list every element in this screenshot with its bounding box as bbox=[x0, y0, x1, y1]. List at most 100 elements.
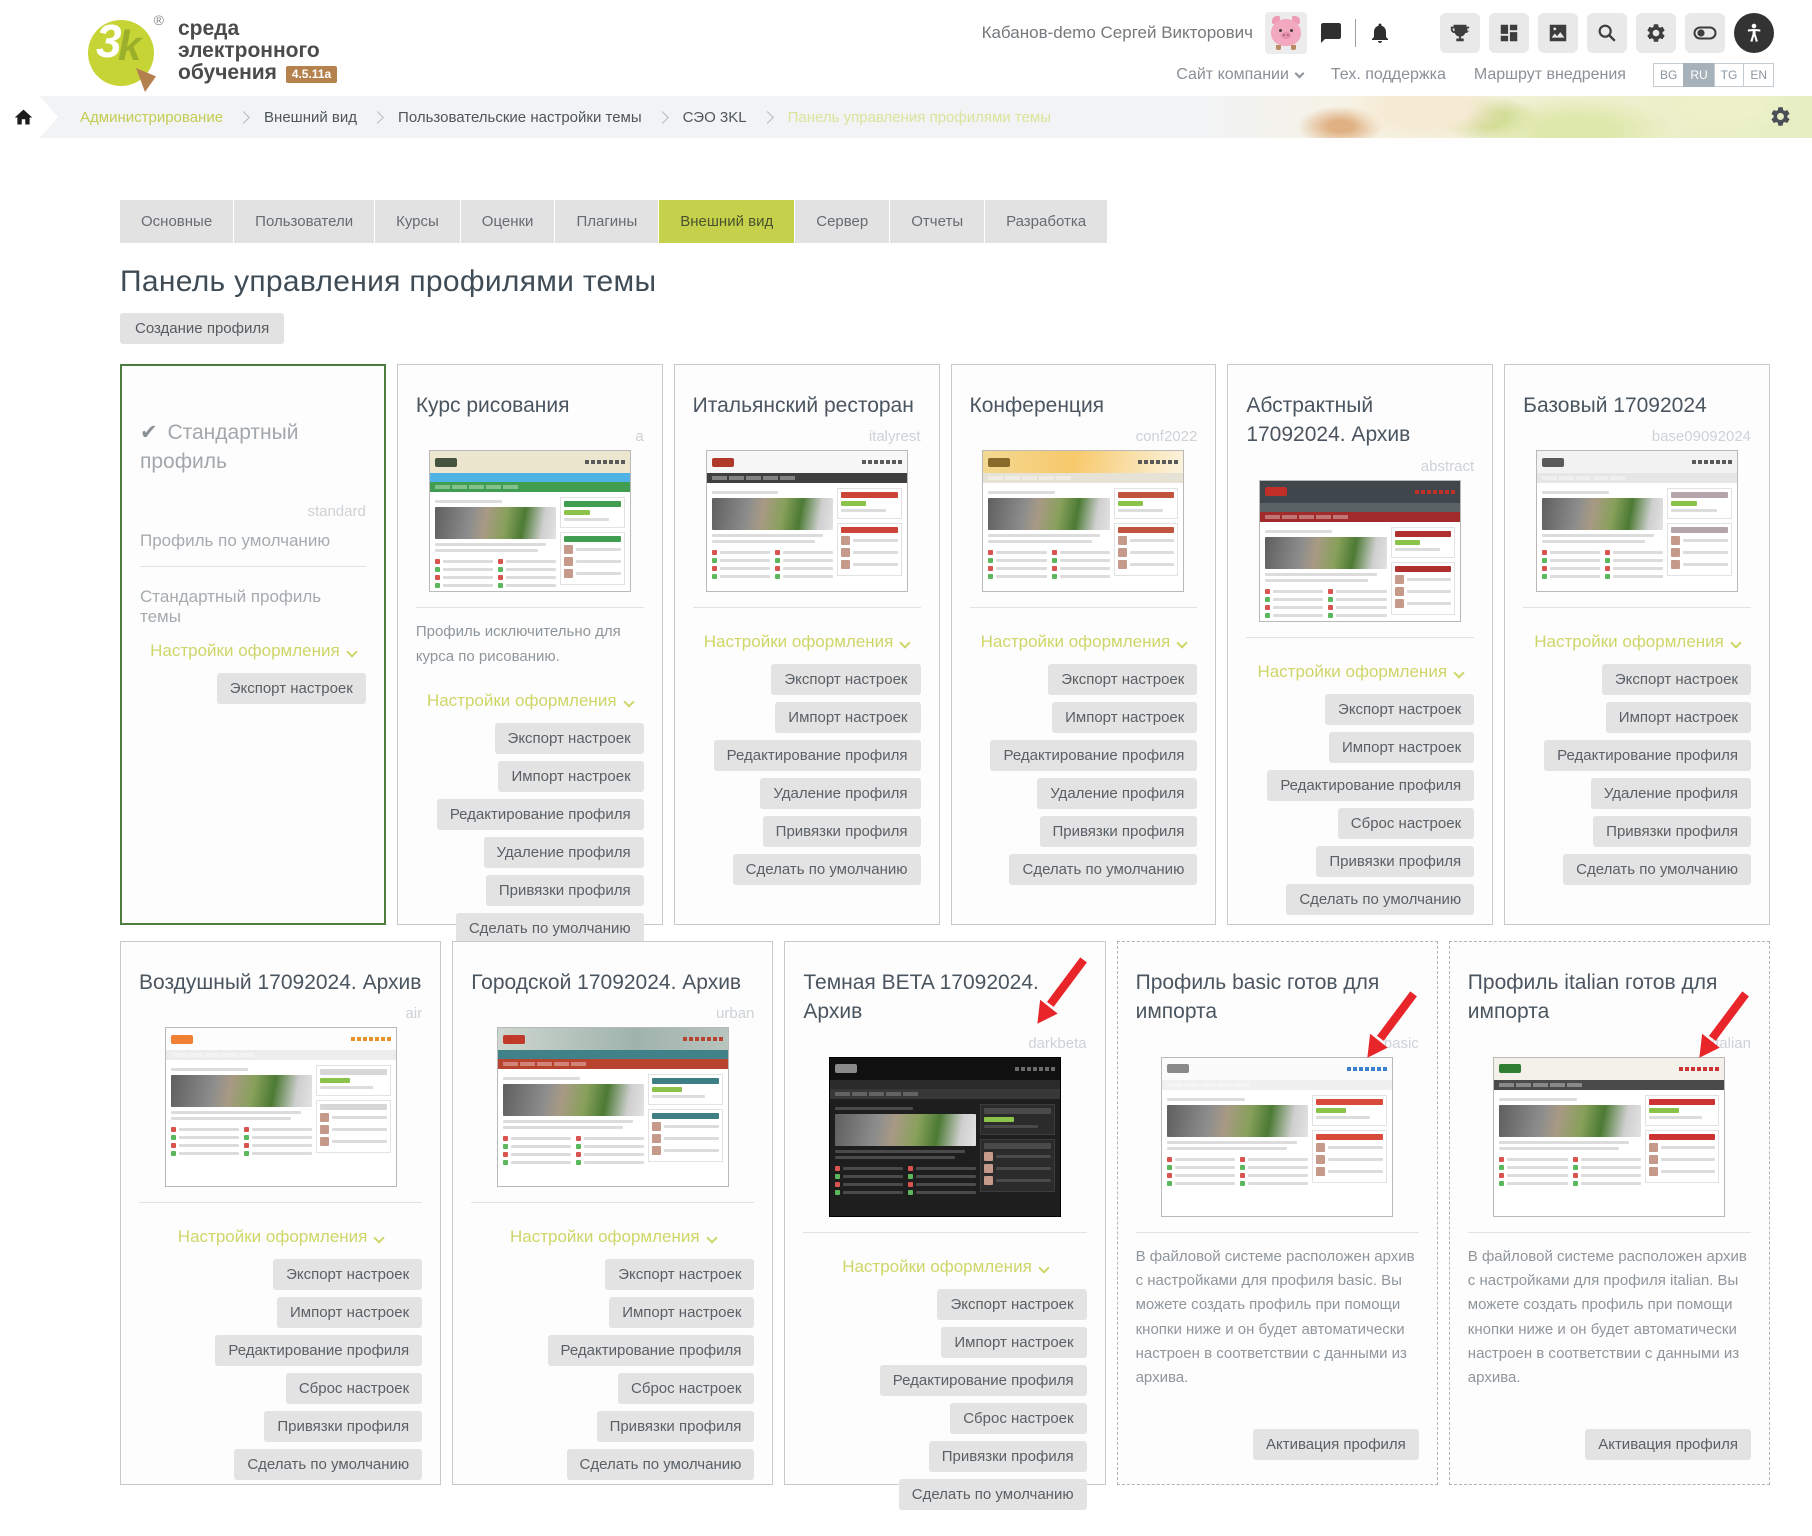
card-action-button[interactable]: Импорт настроек bbox=[1329, 732, 1474, 763]
card-action-button[interactable]: Редактирование профиля bbox=[1544, 740, 1751, 771]
card-action-button[interactable]: Сброс настроек bbox=[618, 1373, 754, 1404]
card-action-button[interactable]: Сброс настроек bbox=[1338, 808, 1474, 839]
tab-основные[interactable]: Основные bbox=[120, 200, 234, 243]
tab-плагины[interactable]: Плагины bbox=[555, 200, 659, 243]
card-action-button[interactable]: Привязки профиля bbox=[486, 875, 644, 906]
design-settings-label: Настройки оформления bbox=[1534, 632, 1724, 651]
card-action-button[interactable]: Сброс настроек bbox=[950, 1403, 1086, 1434]
card-action-button[interactable]: Импорт настроек bbox=[609, 1297, 754, 1328]
card-action-button[interactable]: Привязки профиля bbox=[929, 1441, 1087, 1472]
home-button[interactable] bbox=[0, 96, 58, 138]
dashboard-grid-button[interactable] bbox=[1489, 13, 1529, 53]
card-action-button[interactable]: Импорт настроек bbox=[498, 761, 643, 792]
card-action-button[interactable]: Сделать по умолчанию bbox=[567, 1449, 755, 1480]
language-button-tg[interactable]: TG bbox=[1714, 63, 1745, 87]
card-action-button[interactable]: Привязки профиля bbox=[1040, 816, 1198, 847]
messages-icon[interactable] bbox=[1319, 21, 1343, 45]
chevron-down-icon bbox=[706, 1233, 717, 1244]
language-button-en[interactable]: EN bbox=[1743, 63, 1774, 87]
breadcrumb-item[interactable]: Администрирование bbox=[80, 109, 223, 126]
create-profile-button[interactable]: Создание профиля bbox=[120, 313, 284, 344]
tab-сервер[interactable]: Сервер bbox=[795, 200, 890, 243]
card-action-button[interactable]: Экспорт настроек bbox=[771, 664, 920, 695]
user-avatar-pig[interactable] bbox=[1265, 12, 1307, 54]
trophy-button[interactable] bbox=[1440, 13, 1480, 53]
card-action-button[interactable]: Сброс настроек bbox=[286, 1373, 422, 1404]
card-action-button[interactable]: Редактирование профиля bbox=[714, 740, 921, 771]
design-settings-toggle[interactable]: Настройки оформления bbox=[139, 1227, 422, 1247]
tab-разработка[interactable]: Разработка bbox=[985, 200, 1108, 243]
card-action-button[interactable]: Экспорт настроек bbox=[273, 1259, 422, 1290]
card-action-button[interactable]: Экспорт настроек bbox=[1325, 694, 1474, 725]
company-site-link[interactable]: Сайт компании bbox=[1176, 66, 1303, 84]
card-action-button[interactable]: Активация профиля bbox=[1253, 1429, 1419, 1460]
card-action-button[interactable]: Экспорт настроек bbox=[495, 723, 644, 754]
card-action-button[interactable]: Редактирование профиля bbox=[215, 1335, 422, 1366]
card-action-button[interactable]: Экспорт настроек bbox=[1602, 664, 1751, 695]
user-name[interactable]: Кабанов-demo Сергей Викторович bbox=[982, 23, 1253, 43]
accessibility-button[interactable] bbox=[1734, 13, 1774, 53]
design-settings-toggle[interactable]: Настройки оформления bbox=[471, 1227, 754, 1247]
language-button-bg[interactable]: BG bbox=[1653, 63, 1684, 87]
card-action-button[interactable]: Удаление профиля bbox=[1037, 778, 1197, 809]
tab-пользователи[interactable]: Пользователи bbox=[234, 200, 375, 243]
card-action-button[interactable]: Редактирование профиля bbox=[437, 799, 644, 830]
card-action-button[interactable]: Сделать по умолчанию bbox=[1563, 854, 1751, 885]
card-action-button[interactable]: Удаление профиля bbox=[484, 837, 644, 868]
tab-внешний-вид[interactable]: Внешний вид bbox=[659, 200, 795, 243]
card-action-button[interactable]: Привязки профиля bbox=[1316, 846, 1474, 877]
breadcrumb-item[interactable]: СЭО 3KL bbox=[683, 109, 747, 126]
card-action-button[interactable]: Сделать по умолчанию bbox=[1286, 884, 1474, 915]
design-settings-toggle[interactable]: Настройки оформления bbox=[803, 1257, 1086, 1277]
tab-отчеты[interactable]: Отчеты bbox=[890, 200, 985, 243]
card-action-button[interactable]: Удаление профиля bbox=[1591, 778, 1751, 809]
design-settings-toggle[interactable]: Настройки оформления bbox=[693, 632, 921, 652]
profile-card-abstract: Абстрактный 17092024. АрхивabstractНастр… bbox=[1227, 364, 1493, 925]
breadcrumb-item[interactable]: Пользовательские настройки темы bbox=[398, 109, 642, 126]
card-action-button[interactable]: Сделать по умолчанию bbox=[1009, 854, 1197, 885]
card-action-button[interactable]: Импорт настроек bbox=[941, 1327, 1086, 1358]
search-button[interactable] bbox=[1587, 13, 1627, 53]
card-action-button[interactable]: Импорт настроек bbox=[277, 1297, 422, 1328]
image-collage-button[interactable] bbox=[1538, 13, 1578, 53]
card-action-button[interactable]: Редактирование профиля bbox=[880, 1365, 1087, 1396]
card-action-button[interactable]: Редактирование профиля bbox=[548, 1335, 755, 1366]
app-logo[interactable]: ® 3 k среда электронного обучения 4.5.11… bbox=[88, 0, 337, 96]
notifications-bell-icon[interactable] bbox=[1368, 21, 1392, 45]
tech-support-link[interactable]: Тех. поддержка bbox=[1331, 66, 1446, 84]
breadcrumb-item[interactable]: Внешний вид bbox=[264, 109, 357, 126]
thumb-header bbox=[707, 451, 907, 473]
implementation-route-link[interactable]: Маршрут внедрения bbox=[1474, 66, 1626, 84]
settings-gear-button[interactable] bbox=[1636, 13, 1676, 53]
card-action-button[interactable]: Сделать по умолчанию bbox=[456, 913, 644, 944]
toggle-mode-button[interactable] bbox=[1685, 13, 1725, 53]
card-action-button[interactable]: Привязки профиля bbox=[264, 1411, 422, 1442]
design-settings-toggle[interactable]: Настройки оформления bbox=[1523, 632, 1751, 652]
card-action-button[interactable]: Редактирование профиля bbox=[1267, 770, 1474, 801]
design-settings-toggle[interactable]: Настройки оформления bbox=[140, 641, 366, 661]
card-action-button[interactable]: Привязки профиля bbox=[1593, 816, 1751, 847]
card-action-button[interactable]: Экспорт настроек bbox=[1048, 664, 1197, 695]
design-settings-toggle[interactable]: Настройки оформления bbox=[1246, 662, 1474, 682]
card-action-button[interactable]: Редактирование профиля bbox=[990, 740, 1197, 771]
card-action-button[interactable]: Привязки профиля bbox=[763, 816, 921, 847]
card-action-button[interactable]: Удаление профиля bbox=[760, 778, 920, 809]
card-action-button[interactable]: Сделать по умолчанию bbox=[733, 854, 921, 885]
card-action-button[interactable]: Активация профиля bbox=[1585, 1429, 1751, 1460]
tab-курсы[interactable]: Курсы bbox=[375, 200, 461, 243]
design-settings-toggle[interactable]: Настройки оформления bbox=[416, 691, 644, 711]
tab-оценки[interactable]: Оценки bbox=[461, 200, 556, 243]
language-button-ru[interactable]: RU bbox=[1683, 63, 1714, 87]
card-action-button[interactable]: Импорт настроек bbox=[775, 702, 920, 733]
card-action-button[interactable]: Импорт настроек bbox=[1606, 702, 1751, 733]
card-action-button[interactable]: Импорт настроек bbox=[1052, 702, 1197, 733]
card-action-button[interactable]: Привязки профиля bbox=[597, 1411, 755, 1442]
card-action-button[interactable]: Экспорт настроек bbox=[217, 673, 366, 704]
card-action-button[interactable]: Экспорт настроек bbox=[605, 1259, 754, 1290]
page-settings-gear-icon[interactable] bbox=[1769, 105, 1792, 128]
profile-default-label: Профиль по умолчанию bbox=[140, 531, 366, 551]
card-action-button[interactable]: Сделать по умолчанию bbox=[234, 1449, 422, 1480]
card-action-button[interactable]: Экспорт настроек bbox=[937, 1289, 1086, 1320]
design-settings-toggle[interactable]: Настройки оформления bbox=[970, 632, 1198, 652]
card-action-button[interactable]: Сделать по умолчанию bbox=[899, 1479, 1087, 1510]
